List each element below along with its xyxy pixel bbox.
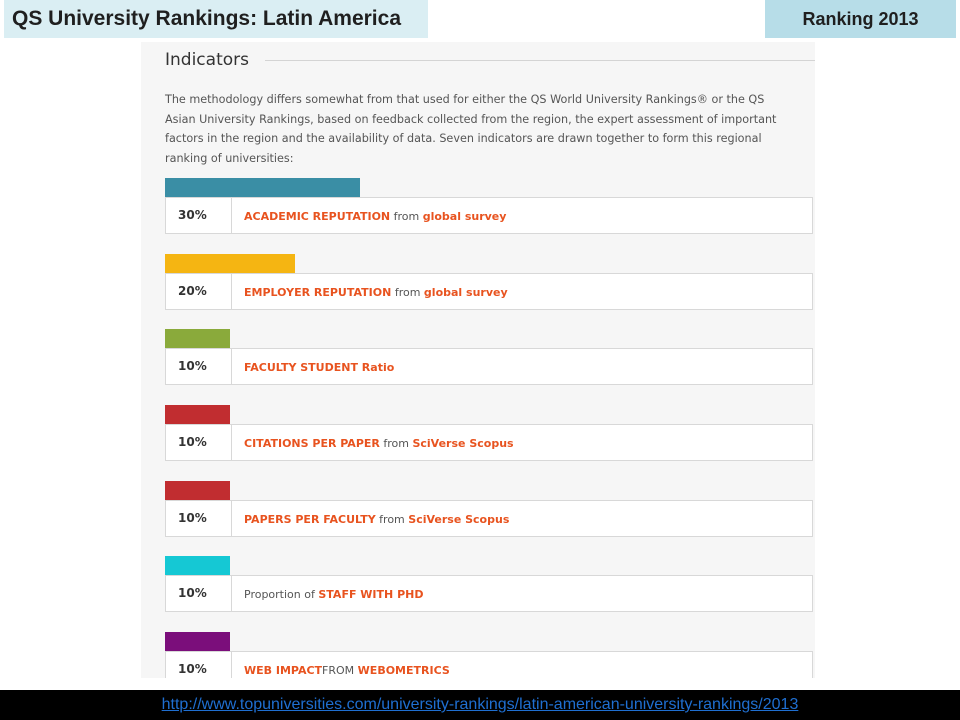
indicator-item: 10% WEB IMPACTFROM WEBOMETRICS xyxy=(165,632,813,678)
indicator-weight-bar xyxy=(165,329,230,348)
indicator-description: EMPLOYER REPUTATION from global survey xyxy=(232,274,508,309)
heading-divider xyxy=(264,59,815,61)
indicator-description: Proportion of STAFF WITH PHD xyxy=(232,576,423,611)
indicator-item: 10% PAPERS PER FACULTY from SciVerse Sco… xyxy=(165,481,813,537)
indicators-panel: Indicators The methodology differs somew… xyxy=(141,42,815,678)
indicator-percent: 10% xyxy=(166,501,232,536)
indicator-name: CITATIONS PER PAPER xyxy=(244,437,380,450)
indicator-row: 10% FACULTY STUDENT Ratio xyxy=(165,348,813,385)
indicator-weight-bar xyxy=(165,481,230,500)
indicators-heading: Indicators xyxy=(165,50,249,70)
indicator-item: 10% CITATIONS PER PAPER from SciVerse Sc… xyxy=(165,405,813,461)
indicator-item: 30% ACADEMIC REPUTATION from global surv… xyxy=(165,178,813,234)
indicator-connector: FROM xyxy=(322,664,358,677)
indicator-prefix: Proportion of xyxy=(244,588,319,601)
indicator-percent: 10% xyxy=(166,652,232,678)
indicator-source: SciVerse Scopus xyxy=(412,437,514,450)
indicator-name: WEB IMPACT xyxy=(244,664,323,677)
indicator-row: 10% WEB IMPACTFROM WEBOMETRICS xyxy=(165,651,813,678)
footer-bar: http://www.topuniversities.com/universit… xyxy=(0,690,960,720)
ranking-year-badge: Ranking 2013 xyxy=(765,0,956,38)
indicator-connector: from xyxy=(390,210,423,223)
indicator-connector: from xyxy=(375,513,409,526)
indicator-item: 10% Proportion of STAFF WITH PHD xyxy=(165,556,813,612)
indicator-weight-bar xyxy=(165,178,360,197)
indicator-item: 20% EMPLOYER REPUTATION from global surv… xyxy=(165,254,813,310)
indicator-row: 10% Proportion of STAFF WITH PHD xyxy=(165,575,813,612)
indicator-name: ACADEMIC REPUTATION xyxy=(244,210,391,223)
indicator-name: FACULTY STUDENT Ratio xyxy=(244,361,395,374)
indicator-weight-bar xyxy=(165,254,295,273)
indicator-source: global survey xyxy=(422,210,507,223)
indicator-weight-bar xyxy=(165,405,230,424)
indicator-source: global survey xyxy=(423,286,508,299)
indicator-description: FACULTY STUDENT Ratio xyxy=(232,349,394,384)
indicator-connector: from xyxy=(379,437,413,450)
indicator-percent: 10% xyxy=(166,425,232,460)
indicator-weight-bar xyxy=(165,556,230,575)
indicator-connector: from xyxy=(391,286,424,299)
indicator-row: 30% ACADEMIC REPUTATION from global surv… xyxy=(165,197,813,234)
indicator-item: 10% FACULTY STUDENT Ratio xyxy=(165,329,813,385)
indicator-weight-bar xyxy=(165,632,230,651)
indicators-heading-row: Indicators xyxy=(165,48,815,72)
slide-title: QS University Rankings: Latin America xyxy=(4,0,428,38)
indicator-row: 10% PAPERS PER FACULTY from SciVerse Sco… xyxy=(165,500,813,537)
indicator-source: SciVerse Scopus xyxy=(408,513,510,526)
indicator-row: 10% CITATIONS PER PAPER from SciVerse Sc… xyxy=(165,424,813,461)
indicator-percent: 10% xyxy=(166,349,232,384)
indicator-percent: 20% xyxy=(166,274,232,309)
indicator-description: ACADEMIC REPUTATION from global survey xyxy=(232,198,506,233)
indicator-description: CITATIONS PER PAPER from SciVerse Scopus xyxy=(232,425,514,460)
indicator-description: WEB IMPACTFROM WEBOMETRICS xyxy=(232,652,450,678)
indicator-percent: 10% xyxy=(166,576,232,611)
indicator-row: 20% EMPLOYER REPUTATION from global surv… xyxy=(165,273,813,310)
source-link[interactable]: http://www.topuniversities.com/universit… xyxy=(162,696,799,714)
indicator-percent: 30% xyxy=(166,198,232,233)
indicator-name: PAPERS PER FACULTY xyxy=(244,513,376,526)
indicator-name: EMPLOYER REPUTATION xyxy=(244,286,392,299)
indicator-source: WEBOMETRICS xyxy=(357,664,450,677)
indicator-name: STAFF WITH PHD xyxy=(318,588,424,601)
methodology-intro: The methodology differs somewhat from th… xyxy=(165,93,777,165)
indicator-description: PAPERS PER FACULTY from SciVerse Scopus xyxy=(232,501,509,536)
